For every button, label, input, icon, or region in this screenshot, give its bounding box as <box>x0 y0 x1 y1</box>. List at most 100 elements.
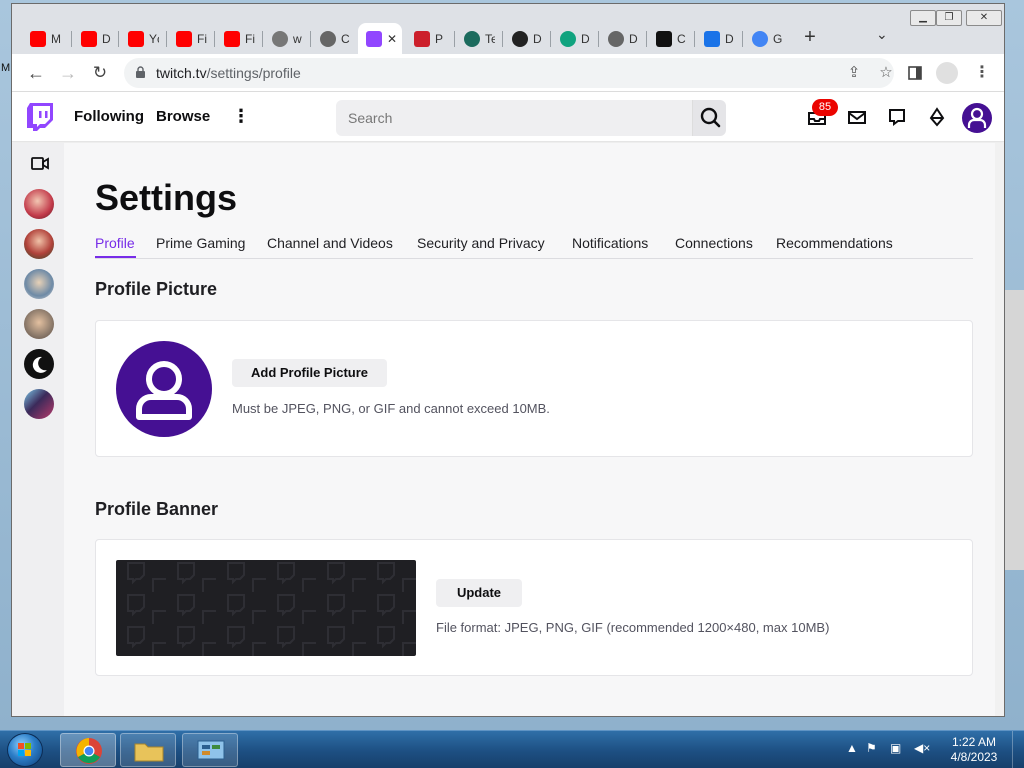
lock-icon <box>136 66 145 78</box>
action-center-flag-icon[interactable]: ⚑ <box>866 741 877 755</box>
taskbar-control-panel-button[interactable] <box>182 733 238 767</box>
page-title: Settings <box>95 177 238 218</box>
profile-avatar-icon[interactable] <box>936 62 958 84</box>
search-input[interactable]: Search <box>336 100 692 136</box>
side-panel-icon[interactable] <box>908 66 922 80</box>
twitch-top-nav: Following Browse ⋮ Search 85 <box>12 92 1004 142</box>
channel-avatar[interactable] <box>24 349 54 379</box>
clock-time: 1:22 AM <box>951 735 997 749</box>
tab-notifications[interactable]: Notifications <box>572 235 648 251</box>
tab-security-and-privacy[interactable]: Security and Privacy <box>417 235 545 251</box>
settings-page: Settings Profile Prime Gaming Channel an… <box>64 143 1004 716</box>
tab-page-14[interactable]: C <box>648 23 687 55</box>
minimize-button[interactable]: ▁ <box>910 10 936 26</box>
share-icon[interactable]: ⇪ <box>844 63 864 83</box>
chrome-menu-icon[interactable]: ⋮ <box>974 62 990 82</box>
profile-picture-avatar <box>116 341 212 437</box>
user-silhouette-icon <box>136 361 192 420</box>
channel-avatar[interactable] <box>24 269 54 299</box>
tab-title: G <box>773 32 783 46</box>
windows-taskbar: ▲ ⚑ ▣ ◀× 1:22 AM 4/8/2023 <box>0 730 1024 768</box>
channel-avatar[interactable] <box>24 229 54 259</box>
control-panel-icon <box>197 740 225 760</box>
tab-connections[interactable]: Connections <box>675 235 753 251</box>
active-tab-indicator <box>95 256 136 258</box>
page-scrollbar[interactable] <box>995 143 1004 716</box>
taskbar-chrome-button[interactable] <box>60 733 116 767</box>
tab-title: Fi <box>197 32 207 46</box>
twitch-logo-icon[interactable] <box>27 103 53 131</box>
update-banner-button[interactable]: Update <box>436 579 522 607</box>
globe-icon <box>320 31 336 47</box>
tab-profile[interactable]: Profile <box>95 235 135 251</box>
bits-crown-icon[interactable] <box>926 106 948 128</box>
nav-browse[interactable]: Browse <box>156 108 210 125</box>
tab-youtube-2[interactable]: D <box>73 23 112 55</box>
close-window-button[interactable]: ✕ <box>966 10 1002 26</box>
globe-icon <box>608 31 624 47</box>
channel-avatar[interactable] <box>24 309 54 339</box>
tab-page-13[interactable]: D <box>600 23 639 55</box>
tab-search-chevron-icon[interactable]: ⌄ <box>876 26 888 43</box>
desktop-icon-label[interactable]: M <box>1 62 10 74</box>
notification-count-badge: 85 <box>812 99 838 116</box>
youtube-icon <box>30 31 46 47</box>
volume-muted-icon[interactable]: ◀× <box>914 741 930 755</box>
taskbar-explorer-button[interactable] <box>120 733 176 767</box>
tab-title: D <box>581 32 590 46</box>
browser-toolbar: ← → ↻ twitch.tv/settings/profile ⇪ ☆ ⋮ <box>12 54 1004 92</box>
tray-expand-icon[interactable]: ▲ <box>846 741 858 755</box>
video-camera-icon[interactable] <box>31 157 49 170</box>
more-options-icon[interactable]: ⋮ <box>232 106 250 127</box>
start-button[interactable] <box>7 733 43 767</box>
reload-icon[interactable]: ↻ <box>88 61 112 85</box>
nav-following[interactable]: Following <box>74 108 144 125</box>
youtube-icon <box>224 31 240 47</box>
bookmark-star-icon[interactable]: ☆ <box>876 63 896 83</box>
twitch-icon <box>366 31 382 47</box>
mail-icon[interactable] <box>846 106 868 128</box>
address-bar[interactable]: twitch.tv/settings/profile ⇪ ☆ <box>124 58 894 88</box>
tab-youtube-4[interactable]: Fi <box>168 23 207 55</box>
tab-web-1[interactable]: w <box>264 23 303 55</box>
tab-channel-and-videos[interactable]: Channel and Videos <box>267 235 393 251</box>
tab-prime-gaming[interactable]: Prime Gaming <box>156 235 245 251</box>
maximize-button[interactable]: ❐ <box>936 10 962 26</box>
add-profile-picture-button[interactable]: Add Profile Picture <box>232 359 387 387</box>
background-window[interactable] <box>1003 290 1024 570</box>
tab-web-2[interactable]: C <box>312 23 351 55</box>
tab-recommendations[interactable]: Recommendations <box>776 235 893 251</box>
chatgpt-icon <box>560 31 576 47</box>
search-button[interactable] <box>692 100 726 136</box>
close-tab-icon[interactable]: ✕ <box>387 32 397 46</box>
tab-page-12[interactable]: D <box>552 23 591 55</box>
tab-page-11[interactable]: D <box>504 23 543 55</box>
forward-arrow-icon[interactable]: → <box>56 61 80 85</box>
new-tab-button[interactable]: + <box>798 26 822 49</box>
tab-youtube-1[interactable]: M <box>22 23 61 55</box>
tab-twitch-active[interactable]: ✕ <box>358 23 402 55</box>
show-desktop-button[interactable] <box>1012 731 1024 768</box>
channel-avatar[interactable] <box>24 389 54 419</box>
tab-page-10[interactable]: Te <box>456 23 495 55</box>
system-clock[interactable]: 1:22 AM 4/8/2023 <box>944 735 1004 765</box>
user-avatar[interactable] <box>962 103 992 133</box>
tab-downloads[interactable]: D <box>696 23 735 55</box>
tab-page-9[interactable]: P <box>406 23 445 55</box>
user-silhouette-icon <box>967 107 987 128</box>
channel-avatar[interactable] <box>24 189 54 219</box>
site-icon <box>464 31 480 47</box>
clock-date: 4/8/2023 <box>950 750 998 764</box>
profile-picture-hint: Must be JPEG, PNG, or GIF and cannot exc… <box>232 401 550 416</box>
network-icon[interactable]: ▣ <box>890 741 901 755</box>
tab-title: C <box>341 32 350 46</box>
tab-youtube-3[interactable]: Yc <box>120 23 159 55</box>
tab-google[interactable]: G <box>744 23 783 55</box>
followed-channels-sidebar <box>12 143 64 716</box>
moon-icon <box>32 356 47 373</box>
whispers-chat-icon[interactable] <box>886 106 908 128</box>
search-icon <box>700 107 721 128</box>
back-arrow-icon[interactable]: ← <box>24 61 48 85</box>
tab-youtube-5[interactable]: Fi <box>216 23 255 55</box>
globe-icon <box>272 31 288 47</box>
